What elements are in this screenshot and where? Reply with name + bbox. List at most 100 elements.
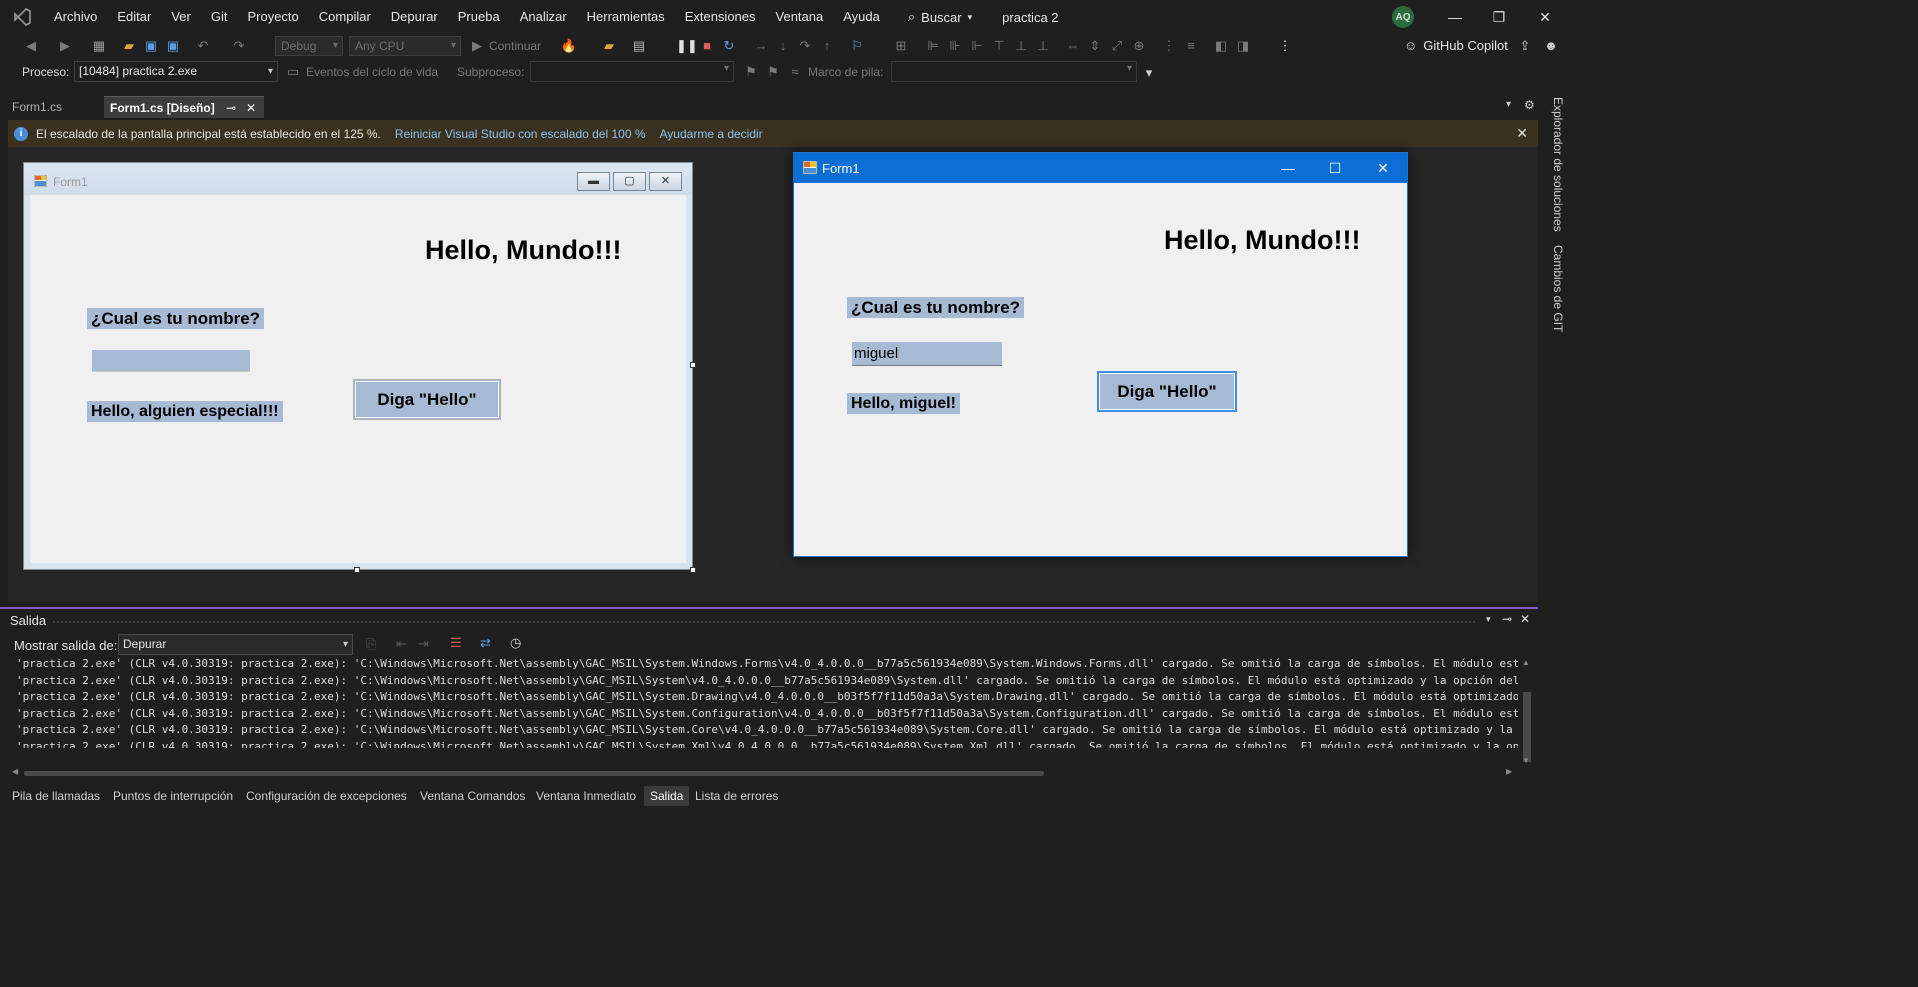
align-bottoms-icon[interactable]: ⊥ [1034, 37, 1052, 55]
greeting-label[interactable]: Hello, alguien especial!!! [87, 401, 283, 422]
folder-icon[interactable]: ▰ [600, 37, 618, 55]
tab-command-window[interactable]: Ventana Comandos [414, 786, 531, 806]
feedback-icon[interactable]: ☻ [1542, 37, 1560, 55]
restart-icon[interactable]: ↻ [720, 37, 738, 55]
visual-studio-logo-icon[interactable] [0, 0, 44, 34]
scroll-left-icon[interactable]: ◀ [12, 767, 18, 776]
menu-depurar[interactable]: Depurar [381, 0, 448, 34]
horizontal-scrollbar[interactable]: ◀ ▶ [12, 766, 1514, 780]
clear-all-icon[interactable]: ☰ [450, 635, 462, 651]
help-decide-link[interactable]: Ayudarme a decidir [660, 127, 763, 141]
menu-proyecto[interactable]: Proyecto [237, 0, 308, 34]
save-all-icon[interactable]: ▣ [164, 37, 182, 55]
align-lefts-icon[interactable]: ⊫ [924, 37, 942, 55]
process-dropdown[interactable]: [10484] practica 2.exe [74, 61, 278, 82]
name-textbox[interactable] [92, 350, 250, 372]
question-label[interactable]: ¿Cual es tu nombre? [87, 308, 265, 329]
search-box[interactable]: ⌕ Buscar ▾ [908, 9, 972, 25]
menu-editar[interactable]: Editar [107, 0, 161, 34]
name-textbox[interactable]: miguel [852, 342, 1002, 366]
tab-call-stack[interactable]: Pila de llamadas [6, 786, 106, 806]
panel-options-icon[interactable]: ▾ [1486, 614, 1491, 625]
send-to-back-icon[interactable]: ◨ [1234, 37, 1252, 55]
bring-to-front-icon[interactable]: ◧ [1212, 37, 1230, 55]
runtime-form-titlebar[interactable]: Form1 — ☐ ✕ [794, 153, 1407, 183]
flag-all-icon[interactable]: ⚑ [764, 63, 782, 81]
say-hello-button[interactable]: Diga "Hello" [1097, 371, 1237, 412]
tab-breakpoints[interactable]: Puntos de interrupción [107, 786, 239, 806]
hot-reload-icon[interactable]: 🔥 [560, 37, 578, 55]
spacing-icon[interactable]: ⋮ [1160, 37, 1178, 55]
make-same-height-icon[interactable]: ⇕ [1086, 37, 1104, 55]
minimize-icon[interactable]: — [1264, 153, 1312, 183]
resize-handle-corner[interactable] [690, 567, 696, 573]
designer-form-client[interactable]: Hello, Mundo!!! ¿Cual es tu nombre? Hell… [30, 195, 686, 563]
overflow-icon[interactable]: ⋮ [1276, 37, 1294, 55]
avatar[interactable]: AQ [1392, 6, 1414, 28]
menu-git[interactable]: Git [201, 0, 238, 34]
align-centers-icon[interactable]: ⊪ [946, 37, 964, 55]
window-icon[interactable]: ▤ [630, 37, 648, 55]
settings-gear-icon[interactable]: ⚙ [1524, 98, 1535, 112]
designer-form[interactable]: Form1 ▬ ▢ ✕ Hello, Mundo!!! ¿Cual es tu … [23, 162, 693, 570]
show-threads-icon[interactable]: ≈ [786, 63, 804, 81]
pause-icon[interactable]: ❚❚ [676, 37, 698, 55]
make-same-width-icon[interactable]: ⇔ [1064, 37, 1082, 55]
output-text[interactable]: 'practica 2.exe' (CLR v4.0.30319: practi… [0, 656, 1518, 748]
menu-ayuda[interactable]: Ayuda [833, 0, 890, 34]
align-rights-icon[interactable]: ⊩ [968, 37, 986, 55]
lifecycle-events-dropdown[interactable]: Eventos del ciclo de vida [306, 65, 438, 79]
pin-icon[interactable]: ⊸ [1502, 612, 1512, 626]
resize-handle-right[interactable] [690, 362, 696, 368]
git-changes-tab[interactable]: Cambios de GIT [1543, 245, 1565, 332]
close-panel-icon[interactable]: ✕ [1520, 612, 1530, 626]
next-message-icon[interactable]: ⇥ [418, 636, 429, 652]
filter-icon[interactable]: ⚐ [848, 37, 866, 55]
toolbar-options-icon[interactable]: ▾ [1140, 64, 1158, 82]
menu-extensiones[interactable]: Extensiones [675, 0, 766, 34]
tab-list-dropdown-icon[interactable]: ▾ [1506, 99, 1511, 110]
resize-handle-bottom[interactable] [354, 567, 360, 573]
show-next-statement-icon[interactable]: → [752, 37, 770, 55]
hello-mundo-label[interactable]: Hello, Mundo!!! [425, 235, 621, 266]
menu-prueba[interactable]: Prueba [448, 0, 510, 34]
menu-analizar[interactable]: Analizar [510, 0, 577, 34]
vertical-scroll-thumb[interactable] [1523, 692, 1531, 762]
redo-icon[interactable]: ↷ [230, 37, 248, 55]
menu-ver[interactable]: Ver [161, 0, 201, 34]
vertical-scrollbar[interactable]: ▲ ▼ [1519, 656, 1535, 769]
output-source-dropdown[interactable]: Depurar [118, 634, 353, 655]
save-icon[interactable]: ▣ [142, 37, 160, 55]
platform-dropdown[interactable]: Any CPU [349, 36, 461, 56]
close-tab-icon[interactable]: ✕ [246, 97, 256, 119]
size-to-grid-icon[interactable]: ⊕ [1130, 37, 1148, 55]
runtime-form-window[interactable]: Form1 — ☐ ✕ Hello, Mundo!!! ¿Cual es tu … [793, 152, 1408, 557]
restore-icon[interactable]: ❐ [1476, 0, 1522, 34]
continue-play-icon[interactable]: ▶ [468, 37, 486, 55]
configuration-dropdown[interactable]: Debug [275, 36, 343, 56]
align-tops-icon[interactable]: ⊤ [990, 37, 1008, 55]
tab-immediate-window[interactable]: Ventana Inmediato [530, 786, 642, 806]
menu-archivo[interactable]: Archivo [44, 0, 107, 34]
close-icon[interactable]: ✕ [1359, 153, 1407, 183]
minimize-icon[interactable]: — [1432, 0, 1478, 34]
step-over-icon[interactable]: ↷ [796, 37, 814, 55]
step-out-icon[interactable]: ↑ [818, 37, 836, 55]
timestamp-icon[interactable]: ◷ [510, 635, 521, 651]
tab-exception-settings[interactable]: Configuración de excepciones [240, 786, 413, 806]
forward-icon[interactable]: ▶ [56, 37, 74, 55]
continue-button[interactable]: Continuar [489, 39, 541, 53]
tab-output[interactable]: Salida [644, 786, 690, 806]
vertical-spacing-icon[interactable]: ≡ [1182, 37, 1200, 55]
menu-herramientas[interactable]: Herramientas [577, 0, 675, 34]
align-middles-icon[interactable]: ⊥ [1012, 37, 1030, 55]
align-grid-icon[interactable]: ⊞ [892, 37, 910, 55]
pin-icon[interactable]: ⊸ [226, 97, 236, 119]
horizontal-scroll-thumb[interactable] [24, 771, 1044, 776]
tab-form1-cs[interactable]: Form1.cs [0, 96, 104, 118]
menu-compilar[interactable]: Compilar [309, 0, 381, 34]
close-infobar-icon[interactable]: ✕ [1516, 125, 1528, 142]
menu-ventana[interactable]: Ventana [766, 0, 834, 34]
word-wrap-icon[interactable]: ⇄ [480, 635, 491, 651]
new-item-icon[interactable]: ▦ [90, 37, 108, 55]
